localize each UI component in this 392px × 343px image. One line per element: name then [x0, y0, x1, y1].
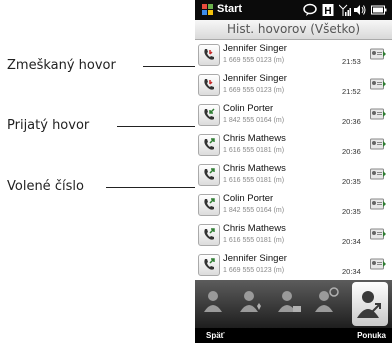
- caller-name: Jennifer Singer: [223, 73, 287, 84]
- callout-dialed-label: Volené číslo: [7, 179, 84, 194]
- contact-card-icon[interactable]: [370, 168, 386, 180]
- dialed-call-icon: [198, 224, 220, 246]
- call-history-list: Jennifer Singer 1 669 555 0123 (m) 21:53…: [195, 40, 392, 281]
- call-time: 21:52: [342, 87, 361, 96]
- call-time: 20:35: [342, 207, 361, 216]
- tab-updates-icon[interactable]: [312, 284, 340, 318]
- call-time: 20:36: [342, 117, 361, 126]
- caller-number: 1 616 555 0181 (m): [223, 237, 285, 244]
- dialed-call-icon: [198, 254, 220, 276]
- menu-softkey[interactable]: Ponuka: [357, 331, 386, 340]
- caller-name: Chris Mathews: [223, 223, 286, 234]
- callout-missed-label: Zmeškaný hovor: [7, 58, 116, 73]
- tab-favorites-icon[interactable]: [237, 284, 265, 318]
- missed-call-icon: [198, 74, 220, 96]
- caller-name: Chris Mathews: [223, 133, 286, 144]
- caller-name: Jennifer Singer: [223, 253, 287, 264]
- contact-card-icon[interactable]: [370, 258, 386, 270]
- call-row[interactable]: Chris Mathews 1 616 555 0181 (m) 20:36: [195, 130, 392, 161]
- call-row[interactable]: Jennifer Singer 1 669 555 0123 (m) 21:53: [195, 40, 392, 71]
- softkey-bar: Späť Ponuka: [195, 328, 392, 343]
- contact-card-icon[interactable]: [370, 138, 386, 150]
- status-bar: Start H: [195, 0, 392, 20]
- caller-number: 1 669 555 0123 (m): [223, 267, 285, 274]
- caller-number: 1 669 555 0123 (m): [223, 87, 285, 94]
- contact-card-icon[interactable]: [370, 228, 386, 240]
- caller-number: 1 616 555 0181 (m): [223, 147, 285, 154]
- caller-number: 1 616 555 0181 (m): [223, 177, 285, 184]
- tab-contacts-icon[interactable]: [201, 284, 229, 318]
- caller-name: Jennifer Singer: [223, 43, 287, 54]
- call-time: 20:34: [342, 267, 361, 276]
- dialed-call-icon: [198, 134, 220, 156]
- call-row[interactable]: Jennifer Singer 1 669 555 0123 (m) 20:34: [195, 250, 392, 281]
- call-time: 20:36: [342, 147, 361, 156]
- battery-icon[interactable]: [371, 3, 387, 17]
- call-row[interactable]: Jennifer Singer 1 669 555 0123 (m) 21:52: [195, 70, 392, 101]
- page-title: Hist. hovorov (Všetko): [195, 20, 392, 40]
- caller-number: 1 842 555 0164 (m): [223, 117, 285, 124]
- call-row[interactable]: Colin Porter 1 842 555 0164 (m) 20:35: [195, 190, 392, 221]
- phone-screen: Start H Hist. hovorov (Všetko) Jennifer …: [195, 0, 392, 343]
- volume-icon[interactable]: [353, 3, 366, 17]
- dialed-call-icon: [198, 164, 220, 186]
- call-row[interactable]: Chris Mathews 1 616 555 0181 (m) 20:34: [195, 220, 392, 251]
- caller-number: 1 842 555 0164 (m): [223, 207, 285, 214]
- svg-text:H: H: [324, 6, 331, 17]
- signal-icon: [339, 4, 351, 16]
- bottom-tab-bar: [195, 280, 392, 328]
- tab-groups-icon[interactable]: [275, 284, 303, 318]
- contact-card-icon[interactable]: [370, 198, 386, 210]
- windows-logo-icon[interactable]: [202, 4, 213, 15]
- call-row[interactable]: Chris Mathews 1 616 555 0181 (m) 20:35: [195, 160, 392, 191]
- caller-name: Chris Mathews: [223, 163, 286, 174]
- tab-call-history-icon[interactable]: [352, 282, 388, 326]
- contact-card-icon[interactable]: [370, 108, 386, 120]
- back-softkey[interactable]: Späť: [206, 331, 225, 340]
- call-time: 21:53: [342, 57, 361, 66]
- caller-number: 1 669 555 0123 (m): [223, 57, 285, 64]
- contact-card-icon[interactable]: [370, 78, 386, 90]
- received-call-icon: [198, 104, 220, 126]
- call-row[interactable]: Colin Porter 1 842 555 0164 (m) 20:36: [195, 100, 392, 131]
- callout-received-label: Prijatý hovor: [7, 118, 90, 133]
- h-network-icon: H: [322, 4, 334, 17]
- missed-call-icon: [198, 44, 220, 66]
- call-time: 20:34: [342, 237, 361, 246]
- start-label[interactable]: Start: [217, 3, 242, 15]
- caller-name: Colin Porter: [223, 103, 274, 114]
- contact-card-icon[interactable]: [370, 48, 386, 60]
- caller-name: Colin Porter: [223, 193, 274, 204]
- call-time: 20:35: [342, 177, 361, 186]
- notification-icon[interactable]: [303, 3, 317, 17]
- dialed-call-icon: [198, 194, 220, 216]
